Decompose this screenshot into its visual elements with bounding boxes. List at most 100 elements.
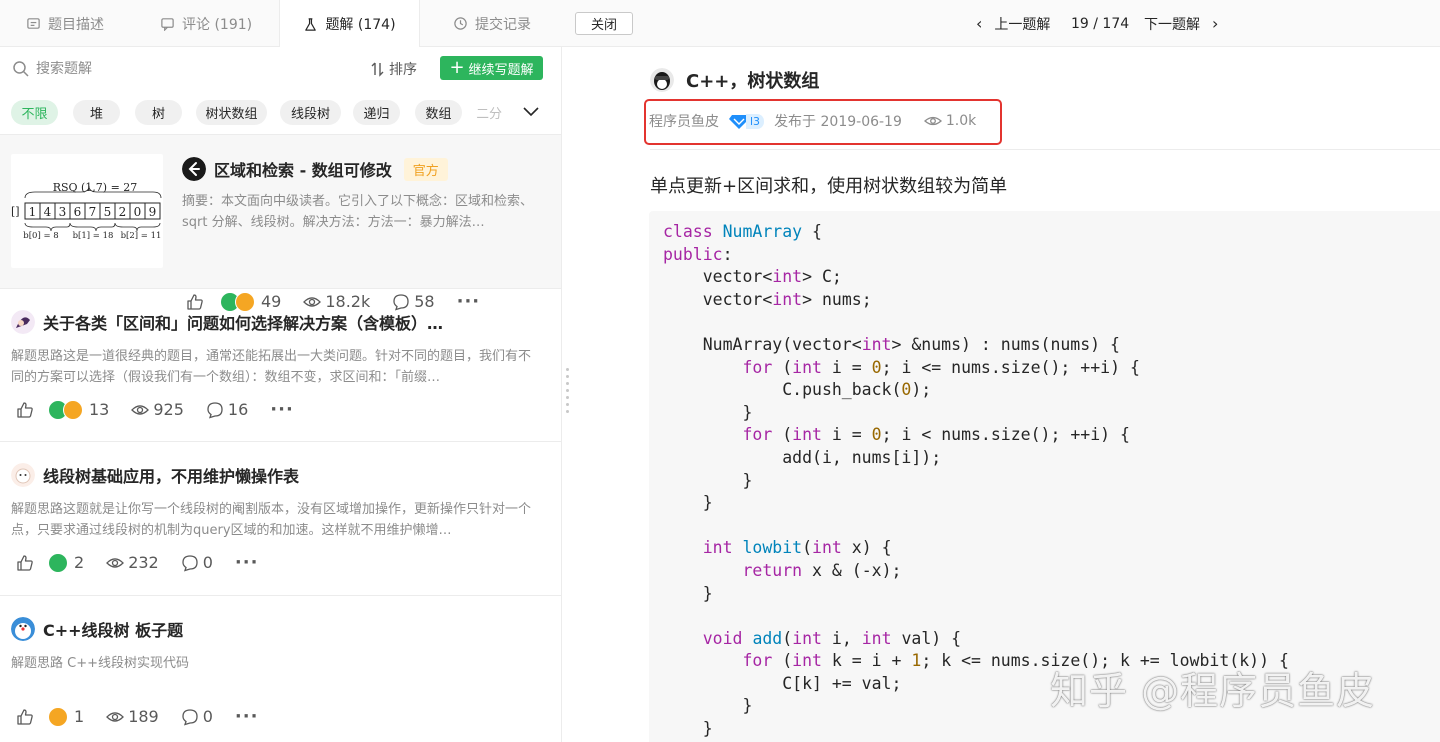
svg-text:[]: [] bbox=[11, 205, 20, 218]
tab-label: 题目描述 bbox=[48, 16, 104, 33]
thumbs-up-icon bbox=[17, 401, 33, 418]
block-sum-label: b[2] = 11 bbox=[121, 231, 162, 241]
reaction-count: 13 bbox=[89, 400, 110, 419]
tab-description[interactable]: 题目描述 bbox=[26, 0, 104, 47]
sort-icon bbox=[371, 62, 384, 77]
tag-segment-tree[interactable]: 线段树 bbox=[280, 100, 341, 125]
view-count: 925 bbox=[131, 400, 184, 419]
solution-lead: 单点更新+区间求和，使用树状数组较为简单 bbox=[650, 176, 1008, 197]
close-button[interactable]: 关闭 bbox=[575, 12, 633, 35]
tab-label: 题解 (174) bbox=[325, 17, 396, 33]
thumbs-up-icon bbox=[17, 708, 33, 725]
tag-tree[interactable]: 树 bbox=[135, 100, 182, 125]
card-title[interactable]: 区域和检索 - 数组可修改 bbox=[214, 157, 392, 181]
sort-button[interactable]: 排序 bbox=[371, 59, 417, 79]
more-options-icon[interactable]: ··· bbox=[270, 399, 294, 420]
panel-resize-handle[interactable] bbox=[566, 368, 570, 420]
prev-solution-button[interactable]: ‹ 上一题解 bbox=[976, 0, 1050, 47]
card-title[interactable]: 线段树基础应用，不用维护懒操作表 bbox=[43, 463, 299, 487]
laugh-reaction-icon bbox=[63, 399, 83, 420]
solution-card[interactable]: 关于各类「区间和」问题如何选择解决方案（含模板）… 解题思路这是一道很经典的题目… bbox=[0, 289, 561, 442]
document-icon bbox=[27, 18, 40, 29]
array-cell: 6 bbox=[74, 205, 82, 219]
reactions[interactable] bbox=[48, 552, 68, 573]
card-header: 线段树基础应用，不用维护懒操作表 bbox=[11, 463, 299, 487]
views-value: 925 bbox=[153, 400, 184, 419]
card-stats: 13 925 16 ··· bbox=[16, 399, 294, 420]
tab-label: 提交记录 bbox=[475, 16, 531, 33]
thumbs-up-icon bbox=[17, 554, 33, 571]
array-cell: 1 bbox=[29, 205, 37, 219]
prev-label: 上一题解 bbox=[994, 16, 1051, 33]
like-button[interactable] bbox=[16, 708, 34, 726]
tag-recursion[interactable]: 递归 bbox=[353, 100, 400, 125]
level-badge: l3 bbox=[729, 113, 765, 130]
array-cell: 3 bbox=[59, 205, 67, 219]
array-cell: 7 bbox=[89, 205, 97, 219]
tab-submissions[interactable]: 提交记录 bbox=[453, 0, 531, 47]
tab-comments[interactable]: 评论 (191) bbox=[160, 0, 252, 47]
reaction-count: 2 bbox=[74, 553, 85, 572]
sort-label: 排序 bbox=[389, 62, 417, 78]
solution-card[interactable]: RSQ (1,7) = 27 [] 1 4 3 6 7 5 2 0 9 b[0]… bbox=[0, 135, 561, 312]
tab-solutions[interactable]: 题解 (174) bbox=[279, 0, 420, 48]
solution-card[interactable]: 线段树基础应用，不用维护懒操作表 解题思路这题就是让你写一个线段树的阉割版本，没… bbox=[0, 442, 561, 596]
top-bar: 题目描述 评论 (191) 题解 (174) 提交记录 关闭 ‹ 上一题解 19… bbox=[0, 0, 1440, 48]
search-icon bbox=[13, 61, 29, 77]
reactions[interactable] bbox=[48, 706, 68, 727]
tag-binary-search[interactable]: 二分 bbox=[476, 100, 510, 125]
eye-icon bbox=[106, 557, 125, 568]
views-value: 232 bbox=[128, 553, 159, 572]
tag-array[interactable]: 数组 bbox=[415, 100, 462, 125]
write-solution-button[interactable]: + 继续写题解 bbox=[440, 56, 543, 80]
solution-card[interactable]: C++线段树 板子题 解题思路 C++线段树实现代码 1 189 0 ··· bbox=[0, 596, 561, 742]
tag-binary-indexed-tree[interactable]: 树状数组 bbox=[196, 100, 267, 125]
comment-count[interactable]: 0 bbox=[181, 553, 213, 572]
block-sum-label: b[1] = 18 bbox=[73, 231, 114, 241]
tag-heap[interactable]: 堆 bbox=[73, 100, 120, 125]
plus-icon: + bbox=[449, 57, 465, 78]
card-title[interactable]: 关于各类「区间和」问题如何选择解决方案（含模板）… bbox=[43, 310, 443, 334]
level-label: l3 bbox=[746, 113, 765, 129]
next-solution-button[interactable]: 下一题解 › bbox=[1144, 0, 1218, 47]
comments-value: 16 bbox=[227, 400, 249, 419]
comment-count[interactable]: 0 bbox=[181, 707, 213, 726]
solutions-list-panel: 排序 + 继续写题解 不限 堆 树 树状数组 线段树 递归 数组 二分 RSQ … bbox=[0, 47, 562, 742]
card-stats: 1 189 0 ··· bbox=[16, 706, 258, 727]
clock-icon bbox=[454, 17, 467, 30]
author-name[interactable]: 程序员鱼皮 bbox=[649, 111, 719, 131]
views-value: 189 bbox=[128, 707, 159, 726]
card-summary: 摘要：本文面向中级读者。它引入了以下概念：区域和检索、sqrt 分解、线段树。解… bbox=[182, 194, 534, 230]
search-input[interactable] bbox=[36, 57, 336, 81]
eye-icon bbox=[131, 404, 150, 415]
reactions[interactable] bbox=[48, 399, 83, 420]
card-title[interactable]: C++线段树 板子题 bbox=[43, 617, 183, 641]
more-options-icon[interactable]: ··· bbox=[235, 552, 259, 573]
view-count: 232 bbox=[106, 553, 159, 572]
array-cell: 2 bbox=[119, 205, 127, 219]
author-avatar[interactable] bbox=[650, 68, 674, 92]
like-button[interactable] bbox=[16, 554, 34, 572]
array-cell: 5 bbox=[104, 205, 112, 219]
card-stats: 2 232 0 ··· bbox=[16, 552, 258, 573]
view-count: 189 bbox=[106, 707, 159, 726]
tab-label: 评论 (191) bbox=[182, 16, 253, 33]
solution-title: C++，树状数组 bbox=[686, 71, 820, 92]
reaction-count: 1 bbox=[74, 707, 85, 726]
flask-icon bbox=[305, 17, 317, 31]
tag-all[interactable]: 不限 bbox=[11, 100, 58, 125]
tag-filter-bar: 不限 堆 树 树状数组 线段树 递归 数组 二分 bbox=[0, 91, 561, 135]
more-options-icon[interactable]: ··· bbox=[235, 706, 259, 727]
block-sum-label: b[0] = 8 bbox=[23, 231, 58, 241]
like-button[interactable] bbox=[16, 401, 34, 419]
card-summary: 解题思路这是一道很经典的题目，通常还能拓展出一大类问题。针对不同的题目，我们有不… bbox=[11, 349, 532, 385]
comment-count[interactable]: 16 bbox=[206, 400, 248, 419]
chevron-left-icon: ‹ bbox=[976, 14, 983, 33]
comment-icon bbox=[161, 18, 174, 31]
array-cell: 4 bbox=[44, 205, 52, 219]
chevron-down-icon[interactable] bbox=[522, 105, 540, 119]
comments-value: 0 bbox=[202, 707, 213, 726]
laugh-reaction-icon bbox=[48, 706, 68, 727]
card-header: 关于各类「区间和」问题如何选择解决方案（含模板）… bbox=[11, 310, 443, 334]
eye-icon bbox=[106, 711, 125, 722]
